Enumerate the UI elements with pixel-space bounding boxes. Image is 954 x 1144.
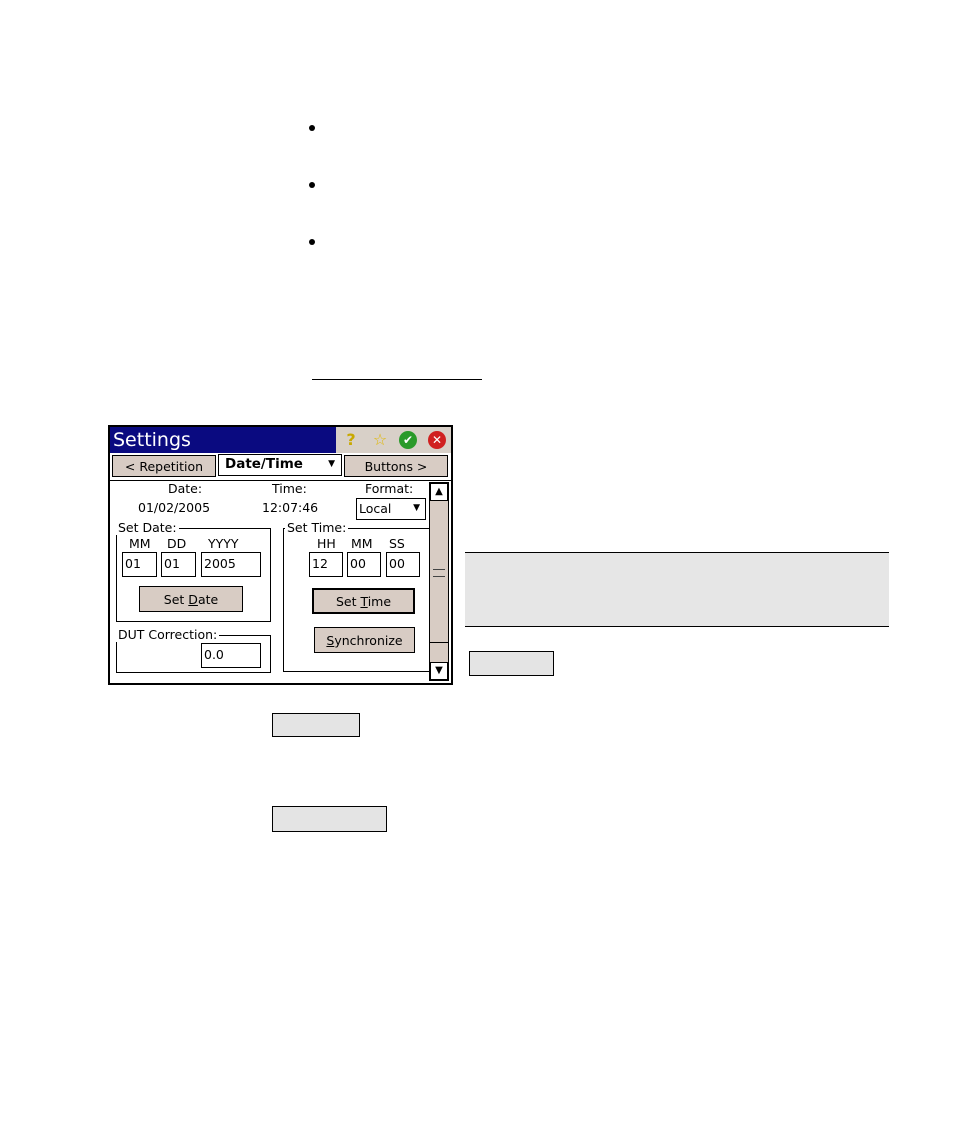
set-time-button-text-rest: ime (367, 593, 392, 609)
chevron-down-icon: ▼ (328, 459, 335, 469)
set-date-mm-label: MM (129, 536, 151, 551)
dut-correction-input[interactable]: 0.0 (201, 643, 261, 668)
settings-window: Settings ? ☆ ✔ ✕ < Repetition Date/Time … (108, 425, 453, 685)
prev-repetition-button[interactable]: < Repetition (112, 455, 216, 477)
ok-icon[interactable]: ✔ (399, 431, 417, 449)
grip-icon (433, 569, 445, 577)
date-label: Date: (168, 481, 203, 496)
scroll-thumb[interactable] (430, 501, 448, 643)
doc-button-graphic-3 (272, 806, 387, 832)
set-date-button-text: Set (163, 591, 189, 607)
title-bar: Settings ? ☆ ✔ ✕ (110, 427, 451, 453)
bullet-1 (309, 125, 315, 131)
nav-row: < Repetition Date/Time ▼ Buttons > (110, 453, 451, 481)
bullet-3 (309, 239, 315, 245)
format-label: Format: (365, 481, 414, 496)
set-date-mm-input[interactable]: 01 (122, 552, 157, 577)
vertical-scrollbar[interactable]: ▲ ▼ (429, 482, 449, 681)
set-time-group-label: Set Time: (285, 520, 349, 535)
time-value: 12:07:46 (262, 500, 319, 515)
set-time-hh-label: HH (317, 536, 336, 551)
note-box (465, 552, 889, 627)
set-time-button-text: Set (335, 593, 361, 609)
set-date-button-key: D (188, 591, 198, 607)
set-time-hh-input[interactable]: 12 (309, 552, 343, 577)
set-date-dd-input[interactable]: 01 (161, 552, 196, 577)
set-date-yyyy-label: YYYY (208, 536, 239, 551)
format-select[interactable]: Local ▼ (356, 498, 426, 520)
set-time-mm-label: MM (351, 536, 373, 551)
set-time-ss-input[interactable]: 00 (386, 552, 420, 577)
set-time-ss-label: SS (389, 536, 405, 551)
favorite-icon[interactable]: ☆ (371, 431, 389, 449)
synchronize-button[interactable]: Synchronize (314, 627, 415, 653)
set-date-yyyy-input[interactable]: 2005 (201, 552, 261, 577)
next-buttons-button[interactable]: Buttons > (344, 455, 448, 477)
set-date-button-text-rest: ate (197, 591, 219, 607)
date-value: 01/02/2005 (138, 500, 211, 515)
doc-button-graphic-2 (272, 713, 360, 737)
close-icon[interactable]: ✕ (428, 431, 446, 449)
help-icon[interactable]: ? (342, 431, 360, 449)
set-date-group-label: Set Date: (116, 520, 179, 535)
set-time-mm-input[interactable]: 00 (347, 552, 381, 577)
title-icon-tray: ? ☆ ✔ ✕ (336, 427, 451, 453)
set-date-dd-label: DD (167, 536, 187, 551)
format-select-value: Local (359, 501, 392, 516)
set-time-button-key: T (360, 593, 368, 609)
set-time-button[interactable]: Set Time (312, 588, 415, 614)
scroll-up-arrow-icon[interactable]: ▲ (430, 483, 448, 501)
page-select-value: Date/Time (225, 456, 303, 472)
set-date-button[interactable]: Set Date (139, 586, 243, 612)
doc-button-graphic-1 (469, 651, 554, 676)
dut-correction-label: DUT Correction: (116, 627, 220, 642)
chevron-down-icon: ▼ (413, 503, 420, 513)
bullet-2 (309, 182, 315, 188)
scroll-down-arrow-icon[interactable]: ▼ (430, 662, 448, 680)
time-label: Time: (272, 481, 307, 496)
window-title: Settings (113, 429, 191, 451)
page-select[interactable]: Date/Time ▼ (218, 454, 342, 476)
synchronize-button-text: ynchronize (334, 632, 403, 648)
underline-rule (312, 379, 482, 380)
